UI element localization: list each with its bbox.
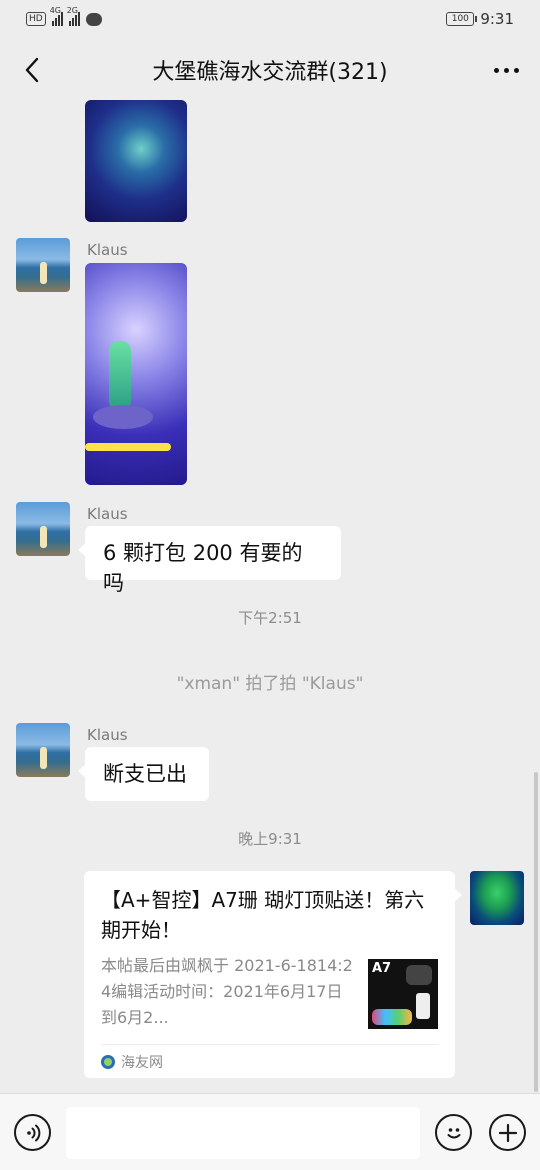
network-type-1: 4G [49, 6, 61, 15]
voice-icon [26, 1124, 40, 1141]
message-bubble[interactable]: 断支已出 [78, 747, 209, 801]
timestamp: 晚上9:31 [238, 830, 302, 848]
plus-button[interactable] [489, 1114, 526, 1151]
status-bar: HD 4G 2G 100 9:31 [0, 0, 540, 38]
back-button[interactable] [14, 52, 50, 88]
sender-name: Klaus [87, 726, 128, 744]
back-icon [25, 57, 39, 83]
network-type-2: 2G [66, 6, 78, 15]
battery-icon: 100 [446, 12, 478, 26]
emoji-icon [447, 1127, 460, 1138]
status-right: 100 9:31 [446, 10, 514, 28]
link-card-description: 本帖最后由飒枫于 2021-6-1814:24编辑活动时间：2021年6月17日… [101, 956, 353, 1027]
link-card[interactable]: 【A+智控】A7珊 瑚灯顶贴送！第六期开始！ 本帖最后由飒枫于 2021-6-1… [84, 871, 462, 1078]
chat-header: 大堡礁海水交流群(321) [0, 38, 540, 102]
message-input[interactable] [66, 1107, 420, 1159]
scrollbar[interactable] [534, 772, 538, 1092]
signal-icon-2: 2G [67, 6, 80, 26]
thumbnail-label: A7 [372, 961, 392, 976]
notification-chat-icon [85, 12, 102, 26]
message-bubble[interactable]: 6 颗打包 200 有要的吗 [78, 526, 341, 595]
voice-button[interactable] [14, 1114, 51, 1151]
sender-name: Klaus [87, 241, 128, 259]
system-message: "xman" 拍了拍 "Klaus" [176, 674, 364, 694]
signal-icon-1: 4G [50, 6, 63, 26]
chat-photo-2[interactable] [85, 263, 187, 485]
emoji-button[interactable] [435, 1114, 472, 1151]
chat-photo-1[interactable] [85, 100, 187, 222]
more-icon [493, 67, 499, 73]
input-bar [0, 1093, 540, 1170]
status-left: HD 4G 2G [26, 6, 102, 26]
sender-name: Klaus [87, 505, 128, 523]
more-button[interactable] [486, 52, 526, 88]
link-card-footer: 海友网 [101, 1044, 438, 1078]
avatar[interactable] [16, 238, 70, 292]
my-avatar[interactable] [470, 871, 524, 925]
plus-icon [498, 1123, 517, 1142]
link-card-body: 本帖最后由飒枫于 2021-6-1814:24编辑活动时间：2021年6月17日… [101, 953, 438, 1037]
link-card-source: 海友网 [121, 1054, 163, 1071]
timestamp: 下午2:51 [238, 609, 302, 627]
source-logo-icon [101, 1054, 115, 1069]
link-card-title: 【A+智控】A7珊 瑚灯顶贴送！第六期开始！ [101, 888, 425, 942]
clock: 9:31 [480, 10, 514, 28]
chat-title: 大堡礁海水交流群(321) [152, 60, 388, 85]
avatar[interactable] [16, 502, 70, 556]
hd-badge: HD [26, 12, 46, 26]
avatar[interactable] [16, 723, 70, 777]
link-card-thumbnail: A7 [368, 959, 438, 1029]
